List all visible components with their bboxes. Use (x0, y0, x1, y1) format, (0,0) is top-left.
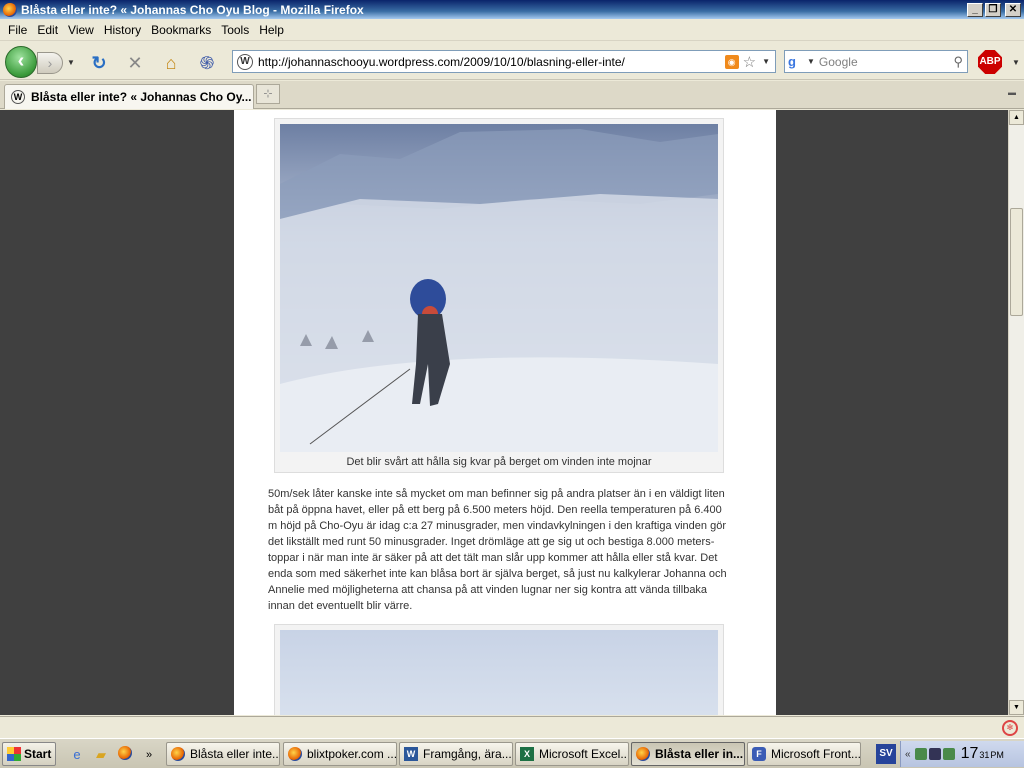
firefox-icon (636, 747, 650, 761)
clock-minute: 31 (979, 750, 990, 760)
firefox-icon (3, 2, 17, 17)
language-indicator[interactable]: SV (876, 744, 896, 764)
close-button[interactable]: ✕ (1005, 2, 1021, 17)
blog-post: Det blir svårt att hålla sig kvar på ber… (234, 110, 776, 715)
back-button[interactable]: ‹ (5, 46, 37, 78)
tab-list-icon[interactable]: ▬ (1008, 88, 1016, 97)
history-dropdown-icon[interactable]: ▼ (67, 58, 75, 67)
bookmark-star-icon[interactable]: ☆ (743, 53, 756, 71)
firefox-icon (171, 747, 185, 761)
menu-edit[interactable]: Edit (32, 23, 63, 37)
forward-button[interactable]: › (37, 52, 63, 74)
home-icon[interactable]: ⌂ (160, 52, 182, 74)
start-button[interactable]: Start (2, 742, 56, 766)
taskbar-button-4[interactable]: X Microsoft Excel... (515, 742, 629, 766)
excel-icon: X (520, 747, 534, 761)
figure-1-caption: Det blir svårt att hålla sig kvar på ber… (346, 456, 652, 468)
taskbar-button-label: Microsoft Excel... (539, 747, 629, 761)
taskbar-button-2[interactable]: blixtpoker.com ... (283, 742, 397, 766)
tab-bar: W Blåsta eller inte? « Johannas Cho Oy..… (0, 81, 1024, 109)
messenger-icon[interactable] (928, 748, 941, 760)
vertical-scrollbar[interactable]: ▲ ▼ (1008, 110, 1024, 715)
quicklaunch-overflow-icon[interactable]: » (140, 746, 158, 764)
taskbar-button-6[interactable]: F Microsoft Front... (747, 742, 861, 766)
network-icon[interactable] (914, 748, 927, 760)
windows-taskbar: Start e ▰ » Blåsta eller inte... blixtpo… (0, 738, 1024, 768)
taskbar-button-label: Blåsta eller in... (655, 747, 744, 761)
status-bar: ✻ (0, 716, 1024, 738)
figure-1: Det blir svårt att hålla sig kvar på ber… (274, 118, 724, 473)
clock-hour: 17 (960, 745, 979, 762)
frontpage-icon: F (752, 747, 766, 761)
menu-tools[interactable]: Tools (216, 23, 254, 37)
search-input[interactable]: Google (819, 55, 954, 69)
taskbar-button-3[interactable]: W Framgång, ära... (399, 742, 513, 766)
swirl-icon[interactable]: ֍ (196, 52, 218, 74)
search-box[interactable]: g ▼ Google ⚲ (784, 50, 968, 73)
scroll-down-icon[interactable]: ▼ (1009, 700, 1024, 715)
ie-icon[interactable]: e (68, 746, 86, 764)
menu-view[interactable]: View (63, 23, 99, 37)
tab-active[interactable]: W Blåsta eller inte? « Johannas Cho Oy..… (4, 84, 254, 109)
taskbar-button-label: Blåsta eller inte... (190, 747, 280, 761)
minimize-button[interactable]: _ (967, 2, 983, 17)
taskbar-button-5[interactable]: Blåsta eller in... (631, 742, 745, 766)
tab-label: Blåsta eller inte? « Johannas Cho Oy... (31, 90, 252, 104)
url-text[interactable]: http://johannaschooyu.wordpress.com/2009… (258, 55, 725, 69)
start-label: Start (24, 747, 52, 761)
search-icon[interactable]: ⚲ (953, 54, 963, 70)
reload-icon[interactable]: ↻ (88, 52, 110, 74)
menu-bookmarks[interactable]: Bookmarks (146, 23, 216, 37)
mountain-climber-photo (280, 124, 718, 452)
menu-file[interactable]: File (3, 23, 32, 37)
wordpress-favicon: W (11, 90, 25, 104)
folder-icon[interactable]: ▰ (92, 746, 110, 764)
wordpress-favicon: W (237, 53, 253, 70)
menu-help[interactable]: Help (254, 23, 289, 37)
window-title: Blåsta eller inte? « Johannas Cho Oyu Bl… (21, 2, 364, 17)
status-icon[interactable]: ✻ (1002, 720, 1018, 736)
menu-history[interactable]: History (99, 23, 146, 37)
taskbar-button-1[interactable]: Blåsta eller inte... (166, 742, 280, 766)
taskbar-button-label: blixtpoker.com ... (307, 747, 397, 761)
snow-photo (280, 630, 718, 715)
url-dropdown-icon[interactable]: ▼ (762, 57, 770, 66)
taskbar-button-label: Framgång, ära... (423, 747, 512, 761)
search-engine-dropdown-icon[interactable]: ▼ (807, 57, 815, 66)
clock-ampm: PM (990, 750, 1004, 760)
title-bar: Blåsta eller inte? « Johannas Cho Oyu Bl… (0, 0, 1024, 19)
restore-button[interactable]: ❐ (985, 2, 1001, 17)
signal-icon[interactable] (942, 748, 955, 760)
page-viewport: Det blir svårt att hålla sig kvar på ber… (0, 110, 1008, 715)
taskbar-button-label: Microsoft Front... (771, 747, 861, 761)
post-paragraph: 50m/sek låter kanske inte så mycket om m… (268, 488, 727, 612)
word-icon: W (404, 747, 418, 761)
stop-icon[interactable]: ✕ (124, 52, 146, 74)
new-tab-button[interactable]: ⊹ (256, 84, 280, 104)
figure-2 (274, 624, 724, 715)
firefox-quicklaunch-icon[interactable] (116, 746, 134, 764)
address-bar[interactable]: W http://johannaschooyu.wordpress.com/20… (232, 50, 776, 73)
menu-bar: File Edit View History Bookmarks Tools H… (0, 19, 1024, 41)
firefox-icon (288, 747, 302, 761)
scroll-thumb[interactable] (1010, 208, 1023, 316)
adblock-dropdown-icon[interactable]: ▼ (1012, 58, 1020, 67)
scroll-up-icon[interactable]: ▲ (1009, 110, 1024, 125)
windows-logo-icon (7, 747, 21, 761)
rss-icon[interactable]: ◉ (724, 54, 739, 69)
system-tray: « 17 31 PM (900, 741, 1024, 767)
google-icon[interactable]: g (788, 54, 804, 70)
tray-expand-icon[interactable]: « (905, 749, 911, 760)
clock[interactable]: 17 31 PM (961, 745, 1004, 763)
